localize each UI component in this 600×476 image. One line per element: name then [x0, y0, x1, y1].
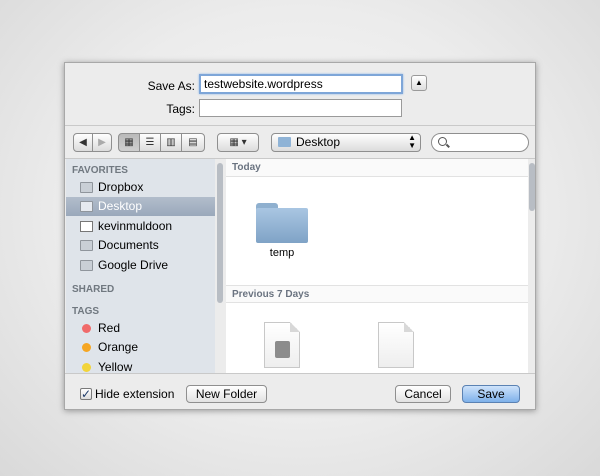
save-button[interactable]: Save — [462, 385, 520, 403]
folder-icon — [80, 260, 93, 271]
sidebar-tag-orange[interactable]: Orange — [66, 338, 215, 357]
save-dialog: Save As: testwebsite.wordpress ▲ Tags: ◀… — [64, 62, 536, 410]
sidebar-tag-yellow[interactable]: Yellow — [66, 358, 215, 373]
location-label: Desktop — [296, 135, 341, 149]
sidebar-item-google-drive[interactable]: Google Drive — [66, 256, 215, 275]
section-header-today: Today — [226, 159, 528, 177]
icon-view-button[interactable]: ▦ — [118, 133, 140, 152]
orange-tag-dot-icon — [82, 343, 91, 352]
list-view-button[interactable]: ☰ — [139, 133, 161, 152]
sidebar: FAVORITES Dropbox Desktop kevinmuldoon D… — [66, 159, 215, 373]
sidebar-item-home[interactable]: kevinmuldoon — [66, 217, 215, 236]
footer-divider — [65, 373, 535, 374]
shared-header: SHARED — [72, 284, 115, 295]
sidebar-item-label: Dropbox — [98, 180, 144, 194]
search-icon — [438, 137, 447, 146]
tags-header: TAGS — [72, 306, 100, 317]
new-folder-button[interactable]: New Folder — [186, 385, 267, 403]
folder-icon — [80, 240, 93, 251]
sidebar-scrollbar[interactable] — [217, 163, 223, 303]
sidebar-item-label: Yellow — [98, 360, 133, 373]
sidebar-item-documents[interactable]: Documents — [66, 236, 215, 255]
sidebar-item-label: Documents — [98, 238, 159, 252]
sidebar-item-dropbox[interactable]: Dropbox — [66, 178, 215, 197]
header-divider — [65, 125, 535, 126]
sidebar-item-label: Desktop — [98, 199, 143, 213]
location-popup[interactable]: Desktop ▲ ▼ — [271, 133, 421, 152]
tags-input[interactable] — [199, 99, 402, 117]
tags-label: Tags: — [166, 102, 195, 116]
back-button[interactable]: ◀ — [73, 133, 93, 152]
sidebar-item-desktop[interactable]: Desktop — [66, 197, 215, 216]
forward-button[interactable]: ▶ — [92, 133, 112, 152]
cancel-button[interactable]: Cancel — [395, 385, 451, 403]
section-header-previous-7-days: Previous 7 Days — [226, 285, 528, 303]
document-file[interactable] — [378, 322, 414, 368]
folder-temp[interactable] — [256, 203, 308, 243]
updown-arrows-icon: ▲ ▼ — [408, 133, 416, 150]
file-scrollbar[interactable] — [529, 163, 535, 211]
save-as-input[interactable]: testwebsite.wordpress — [199, 74, 403, 94]
sidebar-item-label: Google Drive — [98, 258, 169, 272]
file-browser: Today temp Previous 7 Days — [226, 159, 528, 373]
sidebar-tag-red[interactable]: Red — [66, 319, 215, 338]
arrange-menu-button[interactable]: ▦ ▾ — [217, 133, 259, 152]
sidebar-item-label: kevinmuldoon — [98, 219, 173, 233]
save-as-label: Save As: — [147, 79, 195, 93]
search-field[interactable] — [431, 133, 529, 152]
disk-image-file[interactable] — [264, 322, 300, 368]
hide-extension-checkbox[interactable]: ✓ — [80, 388, 92, 400]
home-icon — [80, 221, 93, 232]
folder-icon — [278, 137, 291, 147]
sidebar-item-label: Orange — [98, 340, 139, 354]
disk-image-icon — [275, 341, 290, 358]
hide-extension-label: Hide extension — [95, 387, 175, 401]
coverflow-view-button[interactable]: ▤ — [181, 133, 205, 152]
desktop-icon — [80, 201, 93, 212]
folder-icon — [80, 182, 93, 193]
column-view-button[interactable]: ▥ — [160, 133, 182, 152]
folder-temp-label: temp — [269, 247, 295, 259]
yellow-tag-dot-icon — [82, 363, 91, 372]
favorites-header: FAVORITES — [72, 165, 128, 176]
sidebar-item-label: Red — [98, 321, 121, 335]
red-tag-dot-icon — [82, 324, 91, 333]
expand-disclosure-button[interactable]: ▲ — [411, 75, 427, 91]
